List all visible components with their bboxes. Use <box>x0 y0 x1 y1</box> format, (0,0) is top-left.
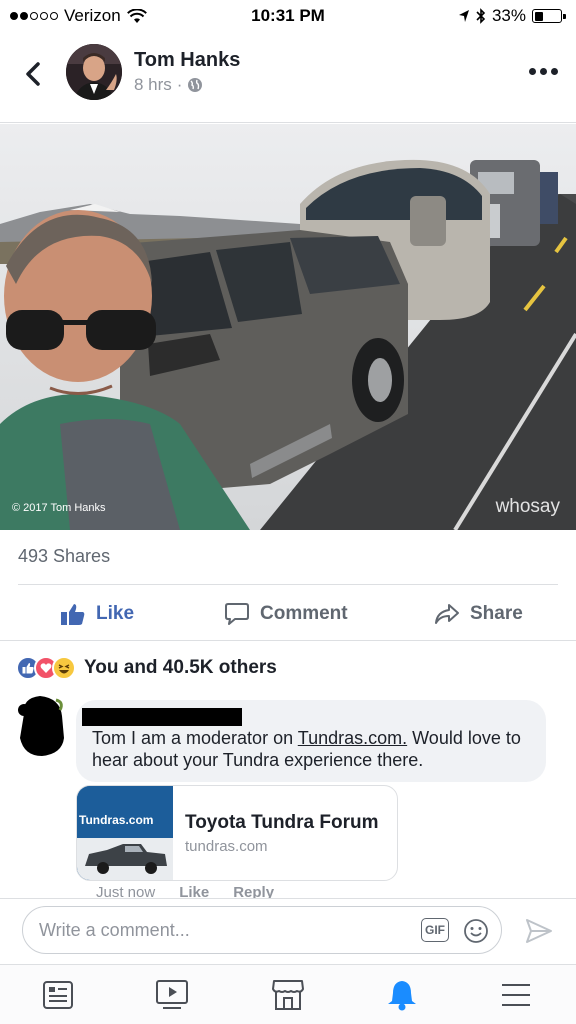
comment-input-placeholder: Write a comment... <box>39 920 190 940</box>
link-preview-card[interactable]: Tundras.com Toyota Tundra Forum tundras.… <box>76 785 398 881</box>
shares-divider <box>18 584 558 585</box>
link-thumbnail: Tundras.com <box>77 786 173 880</box>
actions-divider <box>0 640 576 641</box>
comment-text-part: Tom I am a moderator on <box>92 728 298 748</box>
emoji-icon[interactable] <box>463 918 489 944</box>
post-header: Tom Hanks 8 hrs · <box>0 40 576 110</box>
bottom-nav <box>0 964 576 1024</box>
shares-count[interactable]: 493 Shares <box>18 546 110 567</box>
video-icon[interactable] <box>154 977 190 1013</box>
comment-meta: Just now Like Reply <box>96 884 274 898</box>
status-bar: Verizon 10:31 PM 33% <box>0 0 576 32</box>
link-domain: tundras.com <box>185 838 268 855</box>
link-title: Toyota Tundra Forum <box>185 812 379 833</box>
meta-separator: · <box>176 75 183 94</box>
status-right: 33% <box>458 6 566 26</box>
comment-text: Tom I am a moderator on Tundras.com. Wou… <box>92 727 538 771</box>
photo-watermark: whosay <box>495 496 560 517</box>
thumbs-up-icon <box>61 604 85 625</box>
post-photo[interactable]: © 2017 Tom Hanks whosay <box>0 124 576 530</box>
share-icon <box>435 604 459 624</box>
bluetooth-icon <box>476 8 486 24</box>
comment-bubble[interactable]: Tom I am a moderator on Tundras.com. Wou… <box>76 700 546 782</box>
post-actions: Like Comment Share <box>0 590 576 638</box>
haha-reaction-icon <box>52 656 76 680</box>
post-meta: 8 hrs · <box>134 75 203 95</box>
notifications-icon[interactable] <box>384 977 420 1013</box>
gif-button[interactable]: GIF <box>421 918 449 942</box>
battery-icon <box>532 9 566 23</box>
reactions-summary[interactable]: You and 40.5K others <box>16 656 277 680</box>
comment-button[interactable]: Comment <box>224 590 348 638</box>
comment-link[interactable]: Tundras.com. <box>298 728 407 748</box>
comment-icon <box>225 603 249 625</box>
news-feed-icon[interactable] <box>40 977 76 1013</box>
photo-copyright: © 2017 Tom Hanks <box>12 502 106 514</box>
post-time[interactable]: 8 hrs <box>134 75 172 95</box>
comment-reply-button[interactable]: Reply <box>233 884 274 898</box>
share-label: Share <box>470 603 523 624</box>
back-button[interactable] <box>18 56 48 92</box>
header-divider <box>0 122 576 123</box>
location-icon <box>458 10 469 22</box>
author-name[interactable]: Tom Hanks <box>134 49 240 72</box>
like-button[interactable]: Like <box>60 590 134 638</box>
comment-time: Just now <box>96 884 156 898</box>
globe-icon <box>188 78 203 92</box>
commenter-avatar[interactable] <box>16 694 66 758</box>
comment-input[interactable]: Write a comment... GIF <box>22 906 502 954</box>
menu-icon[interactable] <box>498 977 534 1013</box>
author-avatar[interactable] <box>66 44 122 100</box>
comment-label: Comment <box>260 603 348 624</box>
more-options-button[interactable] <box>529 68 558 75</box>
marketplace-icon[interactable] <box>270 977 306 1013</box>
link-thumbnail-label: Tundras.com <box>79 813 154 827</box>
commenter-name-redacted[interactable] <box>82 708 242 726</box>
share-button[interactable]: Share <box>434 590 523 638</box>
photo-image <box>0 124 576 530</box>
comment-like-button[interactable]: Like <box>179 884 209 898</box>
reactions-text: You and 40.5K others <box>84 657 277 678</box>
send-icon[interactable] <box>524 916 554 946</box>
like-label: Like <box>96 603 135 624</box>
battery-level <box>534 11 543 21</box>
battery-percent: 33% <box>491 6 526 25</box>
